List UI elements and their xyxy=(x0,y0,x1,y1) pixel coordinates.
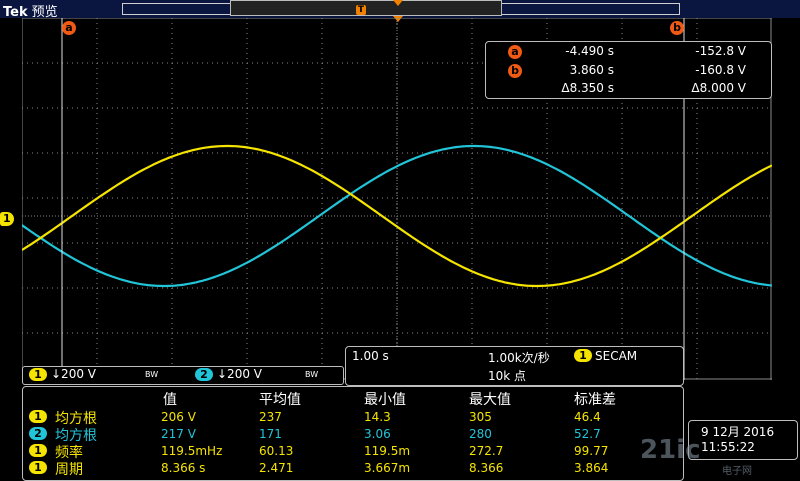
table-row[interactable]: 1 均方根 206 V 237 14.3 305 46.4 xyxy=(23,408,683,427)
cursor-delta-voltage: Δ8.000 V xyxy=(691,81,746,95)
row-channel-badge: 1 xyxy=(29,410,47,423)
row-max: 305 xyxy=(469,410,492,424)
row-value: 206 V xyxy=(161,410,196,424)
ch1-scale: ↓200 V xyxy=(51,367,96,381)
row-measurement-name: 周期 xyxy=(55,462,83,478)
ch2-badge[interactable]: 2 xyxy=(195,368,213,381)
cursor-a-readout: a -4.490 s -152.8 V xyxy=(486,44,771,59)
cursor-a-time: -4.490 s xyxy=(565,44,614,58)
header-std: 标准差 xyxy=(574,392,616,408)
measurement-table[interactable]: 值 平均值 最小值 最大值 标准差 1 均方根 206 V 237 14.3 3… xyxy=(22,386,684,481)
header-min: 最小值 xyxy=(364,392,406,408)
cursor-delta-time: Δ8.350 s xyxy=(561,81,614,95)
acquisition-rate: 1.00k次/秒 xyxy=(488,351,550,365)
cursor-a-readout-tag: a xyxy=(508,45,522,59)
cursor-a-voltage: -152.8 V xyxy=(695,44,746,58)
datetime-panel[interactable]: 9 12月 2016 11:55:22 xyxy=(688,420,798,460)
cursor-b-readout-tag: b xyxy=(508,64,522,78)
row-max: 272.7 xyxy=(469,444,504,458)
row-std: 3.864 xyxy=(574,461,609,475)
row-mean: 171 xyxy=(259,427,282,441)
header-mean: 平均值 xyxy=(259,392,301,408)
cursor-b-tag[interactable]: b xyxy=(670,21,684,35)
table-row[interactable]: 1 周期 8.366 s 2.471 3.667m 8.366 3.864 xyxy=(23,459,683,478)
ch2-bandwidth-limit-icon: BW xyxy=(305,370,319,379)
row-std: 46.4 xyxy=(574,410,601,424)
horizontal-trigger-panel[interactable]: 1.00 s 1.00k次/秒 1 SECAM 10k 点 xyxy=(345,346,684,386)
row-std: 52.7 xyxy=(574,427,601,441)
row-mean: 60.13 xyxy=(259,444,294,458)
trigger-type: SECAM xyxy=(595,349,638,363)
row-max: 8.366 xyxy=(469,461,504,475)
time-label: 11:55:22 xyxy=(701,440,755,454)
cursor-b-time: 3.860 s xyxy=(569,63,614,77)
row-min: 14.3 xyxy=(364,410,391,424)
row-min: 119.5m xyxy=(364,444,411,458)
ch2-scale: ↓200 V xyxy=(217,367,262,381)
channel-scale-bar[interactable]: 1 ↓200 V BW 2 ↓200 V BW xyxy=(22,366,344,385)
row-channel-badge: 2 xyxy=(29,427,47,440)
row-max: 280 xyxy=(469,427,492,441)
record-view-window[interactable] xyxy=(230,0,502,16)
ch1-ground-marker[interactable]: 1 xyxy=(0,212,14,226)
trigger-source-badge: 1 xyxy=(574,349,592,362)
trigger-position-icon[interactable]: T xyxy=(356,5,366,15)
cursor-a-tag[interactable]: a xyxy=(62,21,76,35)
date-label: 9 12月 2016 xyxy=(701,425,775,439)
row-mean: 237 xyxy=(259,410,282,424)
row-std: 99.77 xyxy=(574,444,609,458)
cursor-b-readout: b 3.860 s -160.8 V xyxy=(486,63,771,78)
watermark-subtext: 电子网 xyxy=(722,466,752,477)
time-per-div: 1.00 s xyxy=(352,349,389,363)
row-value: 8.366 s xyxy=(161,461,206,475)
cursor-delta-readout: Δ8.350 s Δ8.000 V xyxy=(486,81,771,96)
ch1-badge[interactable]: 1 xyxy=(29,368,47,381)
row-value: 217 V xyxy=(161,427,196,441)
trigger-arrow-icon xyxy=(393,0,403,6)
row-mean: 2.471 xyxy=(259,461,294,475)
table-row[interactable]: 2 均方根 217 V 171 3.06 280 52.7 xyxy=(23,425,683,444)
watermark-logo: 21ic xyxy=(640,435,701,465)
ch1-bandwidth-limit-icon: BW xyxy=(145,370,159,379)
header-max: 最大值 xyxy=(469,392,511,408)
record-length: 10k 点 xyxy=(488,369,527,383)
cursor-readout-panel: a -4.490 s -152.8 V b 3.860 s -160.8 V Δ… xyxy=(485,41,772,99)
header-value: 值 xyxy=(163,392,177,408)
row-value: 119.5mHz xyxy=(161,444,223,458)
row-channel-badge: 1 xyxy=(29,444,47,457)
cursor-b-voltage: -160.8 V xyxy=(695,63,746,77)
row-channel-badge: 1 xyxy=(29,461,47,474)
row-min: 3.06 xyxy=(364,427,391,441)
table-row[interactable]: 1 频率 119.5mHz 60.13 119.5m 272.7 99.77 xyxy=(23,442,683,461)
row-min: 3.667m xyxy=(364,461,411,475)
